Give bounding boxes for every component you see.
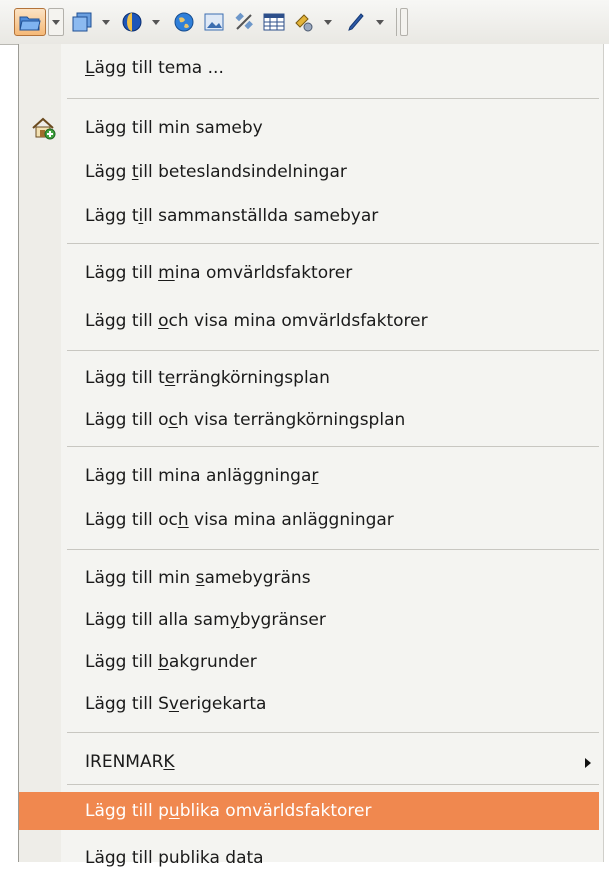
toolbar-separator bbox=[396, 8, 397, 36]
window-edge bbox=[603, 44, 609, 862]
menu-separator bbox=[67, 446, 599, 447]
chevron-down-icon bbox=[52, 19, 60, 25]
image-button[interactable] bbox=[200, 8, 228, 36]
menu-item-label: Lägg till mina anläggningar bbox=[85, 466, 319, 486]
menu-item-lagg-till-terrangkorningsplan[interactable]: Lägg till terrängkörningsplan bbox=[19, 360, 599, 396]
menu-item-lagg-till-min-sameby[interactable]: Lägg till min sameby bbox=[19, 110, 599, 146]
pen-icon bbox=[348, 13, 364, 31]
satellite-icon bbox=[235, 12, 253, 30]
chevron-down-icon bbox=[152, 19, 160, 25]
menu-item-lagg-till-publika-omvarldsfaktorer[interactable]: Lägg till publika omvärldsfaktorer bbox=[19, 792, 599, 830]
menu-separator bbox=[67, 732, 599, 733]
table-button[interactable] bbox=[260, 8, 288, 36]
menu-item-lagg-till-och-visa-mina-anlaggningar[interactable]: Lägg till och visa mina anläggningar bbox=[19, 502, 599, 538]
menu-item-label: Lägg till och visa mina anläggningar bbox=[85, 510, 394, 530]
satellite-button[interactable] bbox=[230, 8, 258, 36]
world-button[interactable] bbox=[170, 8, 198, 36]
map-tool-button[interactable] bbox=[290, 8, 318, 36]
chevron-down-icon bbox=[102, 19, 110, 25]
copy-layers-button[interactable] bbox=[68, 8, 96, 36]
chevron-down-icon bbox=[376, 19, 384, 25]
copy-layers-icon bbox=[72, 12, 92, 32]
globe-icon bbox=[122, 12, 142, 32]
menu-item-lagg-till-alla-samybygranser[interactable]: Lägg till alla samybygränser bbox=[19, 602, 599, 638]
menu-item-lagg-till-publika-data[interactable]: Lägg till publika data bbox=[19, 840, 599, 876]
menu-item-label: Lägg till publika omvärldsfaktorer bbox=[85, 801, 372, 821]
home-add-icon bbox=[32, 117, 56, 140]
add-layer-menu: Lägg till tema ... Lägg till min sameby … bbox=[18, 44, 609, 868]
menu-item-lagg-till-min-samebygrans[interactable]: Lägg till min samebygräns bbox=[19, 560, 599, 596]
menu-item-label: Lägg till terrängkörningsplan bbox=[85, 368, 330, 388]
open-folder-button[interactable] bbox=[14, 8, 46, 36]
menu-item-lagg-till-bakgrunder[interactable]: Lägg till bakgrunder bbox=[19, 644, 599, 680]
menu-separator bbox=[67, 243, 599, 244]
menu-item-irenmark[interactable]: IRENMARK bbox=[19, 744, 599, 780]
menu-item-label: Lägg till publika data bbox=[85, 848, 264, 868]
menu-item-label: Lägg till bakgrunder bbox=[85, 652, 257, 672]
globe-button[interactable] bbox=[118, 8, 146, 36]
map-tool-dropdown[interactable] bbox=[320, 8, 336, 36]
open-folder-dropdown[interactable] bbox=[48, 8, 64, 36]
table-icon bbox=[263, 13, 285, 31]
pen-dropdown[interactable] bbox=[372, 8, 388, 36]
menu-item-lagg-till-mina-omvarldsfaktorer[interactable]: Lägg till mina omvärldsfaktorer bbox=[19, 255, 599, 291]
menu-item-label: Lägg till beteslandsindelningar bbox=[85, 162, 347, 182]
globe-dropdown[interactable] bbox=[148, 8, 164, 36]
menu-item-label: Lägg till tema ... bbox=[85, 58, 224, 78]
menu-separator bbox=[67, 549, 599, 550]
pen-button[interactable] bbox=[342, 8, 370, 36]
menu-item-label: Lägg till Sverigekarta bbox=[85, 694, 267, 714]
menu-item-label: IRENMARK bbox=[85, 752, 175, 772]
toolbar bbox=[0, 0, 609, 45]
menu-separator bbox=[67, 350, 599, 351]
open-folder-icon bbox=[19, 16, 41, 31]
image-icon bbox=[204, 13, 224, 31]
menu-item-label: Lägg till min samebygräns bbox=[85, 568, 311, 588]
menu-item-lagg-till-sverigekarta[interactable]: Lägg till Sverigekarta bbox=[19, 686, 599, 722]
menu-separator bbox=[67, 784, 599, 785]
menu-item-label: Lägg till alla samybygränser bbox=[85, 610, 326, 630]
world-icon bbox=[174, 12, 194, 32]
menu-item-label: Lägg till och visa mina omvärldsfaktorer bbox=[85, 311, 428, 331]
menu-item-label: Lägg till min sameby bbox=[85, 118, 263, 138]
submenu-arrow-icon bbox=[585, 758, 591, 768]
menu-item-lagg-till-och-visa-terrangkorningsplan[interactable]: Lägg till och visa terrängkörningsplan bbox=[19, 402, 599, 438]
menu-item-label: Lägg till och visa terrängkörningsplan bbox=[85, 410, 406, 430]
menu-item-lagg-till-sammanstallda-samebyar[interactable]: Lägg till sammanställda samebyar bbox=[19, 198, 599, 234]
menu-item-lagg-till-beteslandsindelningar[interactable]: Lägg till beteslandsindelningar bbox=[19, 154, 599, 190]
menu-item-lagg-till-mina-anlaggningar[interactable]: Lägg till mina anläggningar bbox=[19, 458, 599, 494]
copy-layers-dropdown[interactable] bbox=[98, 8, 114, 36]
toolbar-overflow[interactable] bbox=[400, 8, 408, 36]
map-tool-icon bbox=[295, 14, 313, 32]
menu-item-label: Lägg till sammanställda samebyar bbox=[85, 206, 379, 226]
menu-separator bbox=[67, 98, 599, 99]
chevron-down-icon bbox=[324, 19, 332, 25]
menu-item-label: Lägg till mina omvärldsfaktorer bbox=[85, 263, 353, 283]
menu-item-lagg-till-och-visa-mina-omvarldsfaktorer[interactable]: Lägg till och visa mina omvärldsfaktorer bbox=[19, 303, 599, 339]
menu-item-lagg-till-tema[interactable]: Lägg till tema ... bbox=[19, 50, 599, 86]
